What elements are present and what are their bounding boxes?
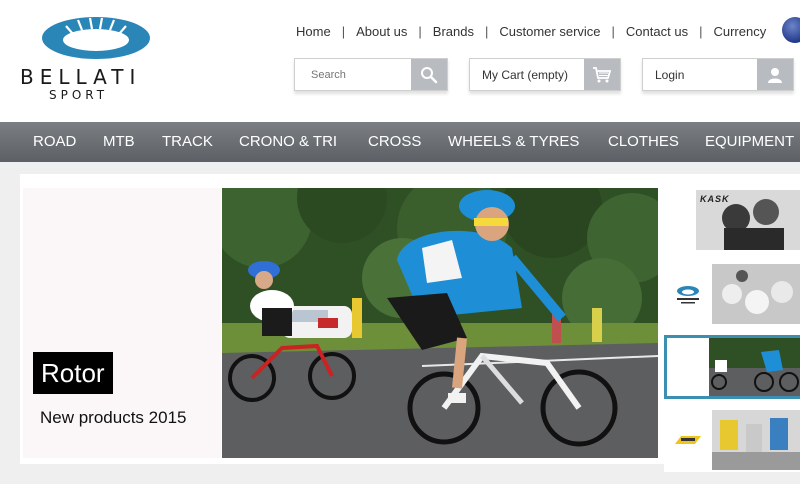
nav-separator: | (611, 23, 615, 39)
thumbnail-1[interactable]: KASK (664, 188, 800, 252)
logo-brand-text: BELLATI (20, 65, 142, 89)
bellati-logo[interactable]: BELLATI SPORT (18, 14, 178, 106)
login-label: Login (655, 68, 685, 82)
user-icon (768, 67, 782, 83)
currency-globe-icon[interactable] (782, 17, 800, 43)
thumbnail-photo (712, 264, 800, 324)
logo-sub-text: SPORT (49, 88, 109, 102)
thumbnail-2[interactable] (664, 262, 800, 326)
nav-category-track[interactable]: TRACK (162, 122, 213, 162)
hero-image[interactable] (222, 188, 658, 458)
cart-widget[interactable]: My Cart (empty) (469, 58, 621, 91)
cart-label: My Cart (empty) (482, 68, 569, 82)
nav-currency-link[interactable]: Currency (713, 24, 766, 39)
cyclists-photo (222, 188, 658, 458)
thumbnail-logo (664, 408, 712, 472)
search-button[interactable] (411, 59, 447, 90)
nav-contact-link[interactable]: Contact us (626, 24, 688, 39)
nav-category-cross[interactable]: CROSS (368, 122, 421, 162)
login-widget[interactable]: Login (642, 58, 794, 91)
nav-separator: | (418, 23, 422, 39)
nav-category-wheels-tyres[interactable]: WHEELS & TYRES (448, 122, 579, 162)
nav-home-link[interactable]: Home (296, 24, 331, 39)
nav-category-mtb[interactable]: MTB (103, 122, 135, 162)
promo-title[interactable]: Rotor (33, 352, 113, 394)
nav-category-equipment[interactable]: EQUIPMENT (705, 122, 794, 162)
nav-about-link[interactable]: About us (356, 24, 407, 39)
nav-category-crono-tri[interactable]: CRONO & TRI (239, 122, 337, 162)
category-navbar: ROAD MTB TRACK CRONO & TRI CROSS WHEELS … (0, 122, 800, 162)
search-icon (421, 66, 438, 83)
header: BELLATI SPORT Home | About us | Brands |… (0, 0, 800, 118)
thumbnail-brand: KASK (700, 194, 730, 204)
cart-icon (593, 66, 612, 82)
top-navigation: Home | About us | Brands | Customer serv… (296, 22, 766, 40)
nav-separator: | (341, 23, 346, 39)
thumbnail-photo (709, 338, 800, 396)
search-input[interactable] (295, 59, 411, 90)
nav-customer-service-link[interactable]: Customer service (499, 24, 600, 39)
thumbnail-4[interactable] (664, 408, 800, 472)
thumbnail-3-active[interactable] (664, 335, 800, 399)
login-button[interactable] (757, 59, 793, 90)
promo-subtitle: New products 2015 (40, 408, 187, 427)
search-box (294, 58, 448, 91)
nav-separator: | (699, 23, 703, 39)
logo-emblem-icon (42, 17, 150, 59)
nav-separator: | (485, 23, 489, 39)
thumbnail-photo (712, 410, 800, 470)
thumbnail-logo (664, 262, 712, 326)
nav-category-clothes[interactable]: CLOTHES (608, 122, 679, 162)
cart-button[interactable] (584, 59, 620, 90)
nav-category-road[interactable]: ROAD (33, 122, 76, 162)
page: BELLATI SPORT Home | About us | Brands |… (0, 0, 800, 484)
nav-brands-link[interactable]: Brands (433, 24, 474, 39)
